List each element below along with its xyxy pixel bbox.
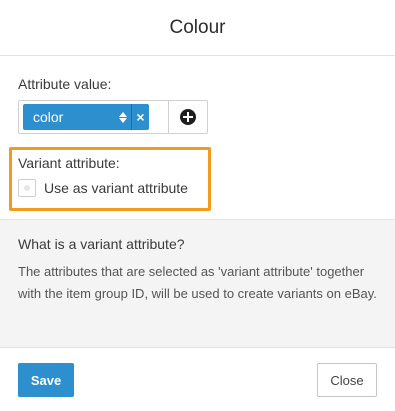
attribute-dialog: Colour Attribute value: color × Variant …	[0, 0, 395, 411]
variant-attribute-label: Variant attribute:	[18, 155, 120, 171]
dialog-footer: Save Close	[0, 349, 395, 411]
save-button[interactable]: Save	[18, 363, 74, 397]
info-text: The attributes that are selected as 'var…	[18, 264, 377, 301]
close-button[interactable]: Close	[317, 363, 377, 397]
dialog-header: Colour	[0, 0, 395, 56]
clear-selection-button[interactable]: ×	[131, 104, 149, 130]
info-title: What is a variant attribute?	[18, 236, 185, 252]
arrow-down-icon	[119, 117, 127, 123]
info-panel: What is a variant attribute? The attribu…	[0, 220, 395, 348]
attribute-value-label: Attribute value:	[18, 76, 112, 92]
variant-checkbox-label[interactable]: Use as variant attribute	[44, 180, 188, 196]
variant-checkbox[interactable]	[18, 179, 36, 197]
attribute-select-wrapper: color ×	[19, 101, 149, 133]
plus-circle-icon	[180, 109, 196, 125]
dialog-title: Colour	[169, 17, 226, 38]
attribute-selected-value: color	[33, 109, 64, 125]
close-icon: ×	[136, 109, 145, 125]
add-attribute-button[interactable]	[168, 101, 207, 133]
checkbox-dot-icon	[24, 185, 30, 191]
attribute-value-control: color ×	[18, 100, 208, 134]
arrow-up-icon	[119, 111, 127, 117]
variant-attribute-section: Variant attribute: Use as variant attrib…	[18, 155, 188, 197]
select-arrows-icon	[119, 111, 127, 123]
attribute-value-select[interactable]: color	[23, 104, 131, 130]
variant-checkbox-row[interactable]: Use as variant attribute	[18, 179, 188, 197]
